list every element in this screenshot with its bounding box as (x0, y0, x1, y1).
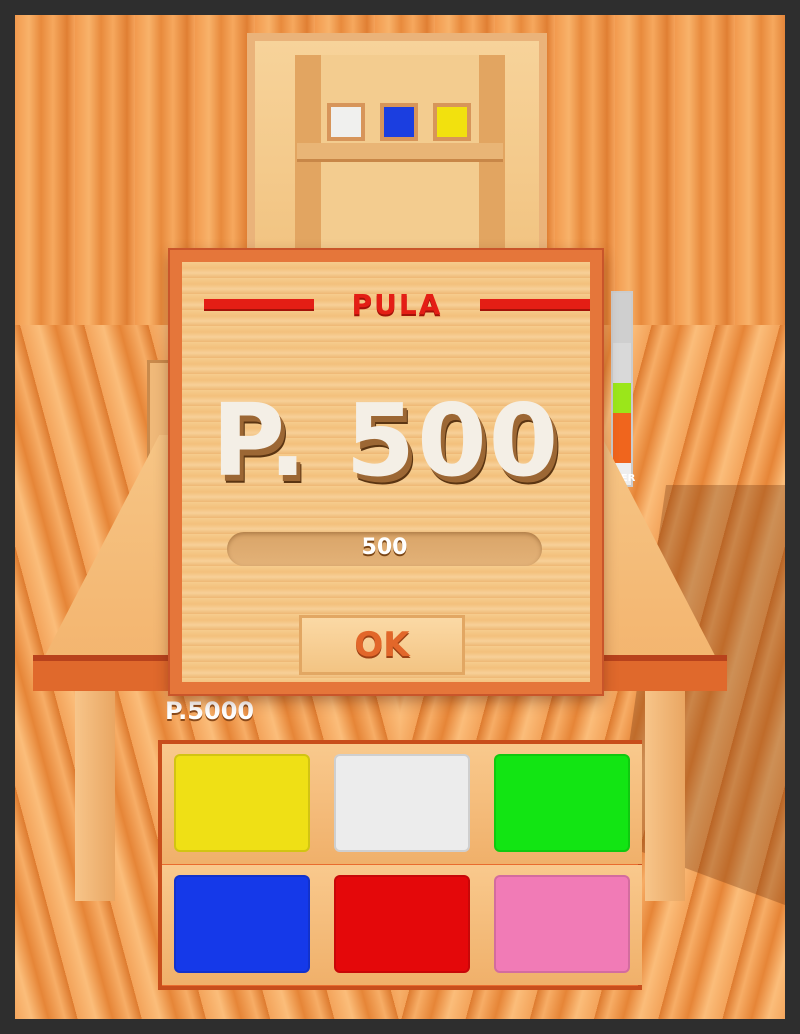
palette-cell (162, 744, 322, 864)
dialog-title: PULA (351, 288, 443, 321)
table-leg-left (75, 691, 115, 901)
slider-value: 500 (361, 535, 408, 560)
window-frame: VER P.5000 PULA P. 500 500 OK (0, 0, 800, 1034)
palette-cell (322, 865, 482, 985)
swatch-white[interactable] (334, 754, 470, 852)
palette-cell (162, 865, 322, 985)
dialog-title-bar: PULA (204, 288, 590, 321)
swatch-pink[interactable] (494, 875, 630, 973)
bet-slider[interactable]: 500 (227, 532, 542, 566)
swatch-blue[interactable] (174, 875, 310, 973)
swatch-red[interactable] (334, 875, 470, 973)
bet-dialog: PULA P. 500 500 OK (170, 250, 602, 694)
right-panel (611, 291, 633, 487)
ok-button[interactable]: OK (299, 615, 465, 675)
swatch-yellow[interactable] (174, 754, 310, 852)
palette-cell (482, 865, 642, 985)
board-chip-yellow (433, 103, 471, 141)
palette-cell (482, 744, 642, 864)
color-palette (158, 740, 642, 990)
background-amount: P.5000 (165, 697, 255, 725)
board-shelf (297, 143, 503, 162)
board-chip-blue (380, 103, 418, 141)
swatch-green[interactable] (494, 754, 630, 852)
bet-amount: P. 500 (211, 382, 561, 499)
color-board-inner (295, 55, 505, 280)
table-leg-right (645, 691, 685, 901)
palette-cell (322, 744, 482, 864)
board-chip-white (327, 103, 365, 141)
